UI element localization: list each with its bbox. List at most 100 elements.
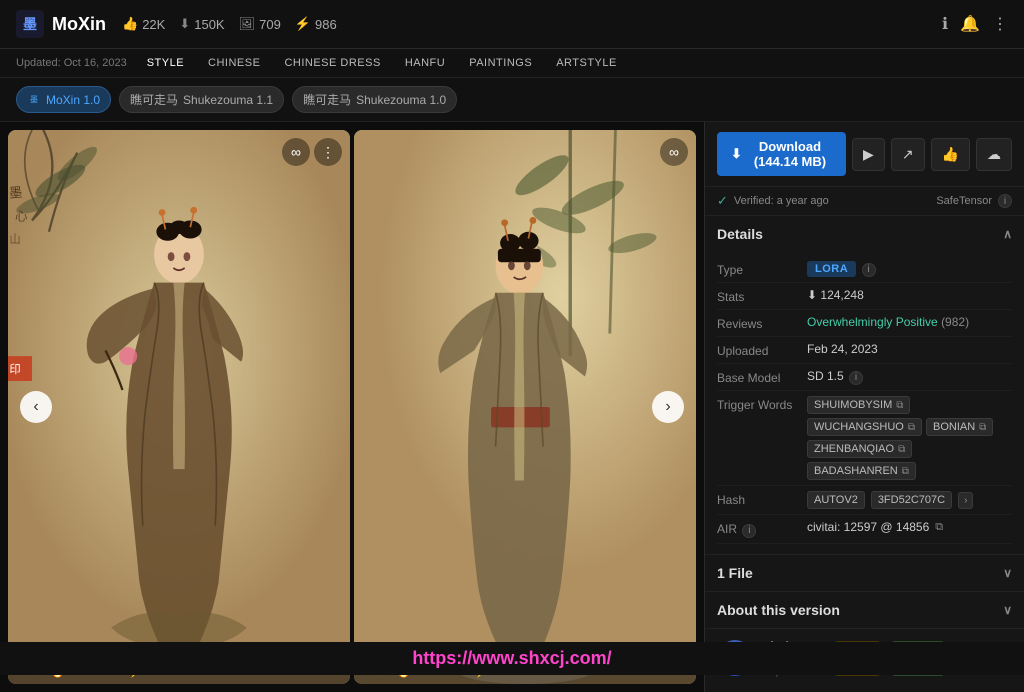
- safe-tensor-label: SafeTensor: [936, 195, 992, 207]
- verified-icon: ✓: [717, 193, 728, 209]
- more-options-btn[interactable]: ⋮: [992, 14, 1008, 34]
- updated-date: Updated: Oct 16, 2023: [16, 57, 127, 69]
- like-icon: 👍: [122, 16, 138, 32]
- right-panel: ⬇ Download (144.14 MB) ▶ ↗ 👍 ☁ ✓ Verifie…: [704, 122, 1024, 692]
- tags-row: Updated: Oct 16, 2023 STYLE CHINESE CHIN…: [0, 49, 1024, 78]
- main-layout: 墨 心 山 印 ⋮ ∞ ‹ +☺ 🔥 16 ❤ 12 ⚡ 0 ℹ: [0, 122, 1024, 692]
- hash-autov2: AUTOV2: [807, 491, 865, 509]
- brand: 墨 MoXin: [16, 10, 106, 38]
- download-btn-label: Download (144.14 MB): [748, 139, 832, 169]
- safe-tensor-info-icon[interactable]: i: [998, 194, 1012, 208]
- stat-likes-value: 22K: [142, 17, 165, 32]
- base-model-value: SD 1.5 i: [807, 369, 1012, 385]
- copy-icon-3[interactable]: ⧉: [979, 422, 986, 433]
- svg-text:墨: 墨: [8, 185, 23, 201]
- type-value: LORA i: [807, 261, 1012, 277]
- tag-paintings[interactable]: PAINTINGS: [461, 55, 540, 71]
- details-section-header[interactable]: Details ∧: [705, 216, 1024, 252]
- detail-row-uploaded: Uploaded Feb 24, 2023: [717, 337, 1012, 364]
- tag-chinese[interactable]: CHINESE: [200, 55, 268, 71]
- tag-style[interactable]: STYLE: [139, 55, 192, 71]
- stat-images-value: 709: [259, 17, 281, 32]
- next-btn[interactable]: ›: [652, 391, 684, 423]
- uploaded-value: Feb 24, 2023: [807, 342, 1012, 356]
- detail-row-hash: Hash AUTOV2 3FD52C707C ›: [717, 486, 1012, 515]
- tag-artstyle[interactable]: ARTSTYLE: [548, 55, 625, 71]
- download-btn-icon: ⬇: [731, 146, 742, 162]
- image-1-more-btn[interactable]: ⋮: [314, 138, 342, 166]
- lora-badge: LORA: [807, 261, 856, 277]
- reviews-positive[interactable]: Overwhelmingly Positive: [807, 315, 938, 329]
- pill-shuke11[interactable]: 瞧可走马 Shukezouma 1.1: [119, 86, 284, 113]
- stat-bolt: ⚡ 986: [295, 16, 337, 32]
- header-right: ℹ 🔔 ⋮: [942, 14, 1008, 34]
- play-button[interactable]: ▶: [852, 138, 885, 171]
- brand-icon: 墨: [16, 10, 44, 38]
- detail-row-air: AIR i civitai: 12597 @ 14856 ⧉: [717, 515, 1012, 544]
- pill-shuke10[interactable]: 瞧可走马 Shukezouma 1.0: [292, 86, 457, 113]
- air-info-icon[interactable]: i: [742, 524, 756, 538]
- trigger-shuimobysim: SHUIMOBYSIM ⧉: [807, 396, 910, 414]
- watermark-text: https://www.shxcj.com/: [412, 648, 611, 668]
- tag-hanfu[interactable]: HANFU: [397, 55, 453, 71]
- trigger-zhenbanqiao: ZHENBANQIAO ⧉: [807, 440, 912, 458]
- tag-chinese-dress[interactable]: CHINESE DRESS: [276, 55, 388, 71]
- pill-shuke10-prefix: 瞧可走马: [303, 91, 351, 108]
- pill-moxin10-label: MoXin 1.0: [46, 93, 100, 107]
- info-btn[interactable]: ℹ: [942, 14, 948, 34]
- image-card-1: 墨 心 山 印 ⋮ ∞ ‹ +☺ 🔥 16 ❤ 12 ⚡ 0 ℹ: [8, 130, 350, 684]
- stats-label: Stats: [717, 288, 807, 304]
- detail-row-stats: Stats ⬇ 124,248: [717, 283, 1012, 310]
- share-button[interactable]: ↗: [891, 138, 925, 171]
- uploaded-label: Uploaded: [717, 342, 807, 358]
- hash-value: AUTOV2 3FD52C707C ›: [807, 491, 1012, 509]
- hash-wrap: AUTOV2 3FD52C707C ›: [807, 491, 1012, 509]
- hash-label: Hash: [717, 491, 807, 507]
- download-bar: ⬇ Download (144.14 MB) ▶ ↗ 👍 ☁: [705, 122, 1024, 187]
- copy-icon-1[interactable]: ⧉: [896, 400, 903, 411]
- detail-row-base-model: Base Model SD 1.5 i: [717, 364, 1012, 391]
- one-file-label: 1 File: [717, 565, 753, 581]
- detail-row-reviews: Reviews Overwhelmingly Positive (982): [717, 310, 1012, 337]
- pill-brand-icon-1: 墨: [27, 93, 41, 107]
- image-2-infinity-icon[interactable]: ∞: [660, 138, 688, 166]
- svg-text:印: 印: [9, 363, 20, 376]
- like-button[interactable]: 👍: [931, 138, 970, 171]
- about-section: About this version ∨: [705, 592, 1024, 629]
- air-label: AIR i: [717, 520, 807, 538]
- details-table: Type LORA i Stats ⬇ 124,248 Reviews: [705, 252, 1024, 554]
- brand-name: MoXin: [52, 14, 106, 35]
- air-value: civitai: 12597 @ 14856 ⧉: [807, 520, 1012, 534]
- details-section: Details ∧ Type LORA i Stats ⬇ 124,248: [705, 216, 1024, 555]
- trigger-badashanren: BADASHANREN ⧉: [807, 462, 916, 480]
- pill-moxin10[interactable]: 墨 MoXin 1.0: [16, 86, 111, 113]
- base-model-info-icon[interactable]: i: [849, 371, 863, 385]
- about-chevron: ∨: [1003, 603, 1012, 617]
- trigger-words-label: Trigger Words: [717, 396, 807, 412]
- stat-bolt-value: 986: [315, 17, 337, 32]
- reviews-value: Overwhelmingly Positive (982): [807, 315, 1012, 329]
- stat-likes: 👍 22K: [122, 16, 165, 32]
- copy-icon-4[interactable]: ⧉: [898, 444, 905, 455]
- stat-downloads-value: 150K: [194, 17, 224, 32]
- image-1-infinity-icon[interactable]: ∞: [282, 138, 310, 166]
- about-section-header[interactable]: About this version ∨: [705, 592, 1024, 628]
- user-stats: 📄 1 👤 2.2K 👍 22K ⬇ 150K: [705, 688, 1024, 692]
- one-file-section[interactable]: 1 File ∨: [705, 555, 1024, 592]
- copy-icon-2[interactable]: ⧉: [908, 422, 915, 433]
- bookmark-button[interactable]: ☁: [976, 138, 1012, 171]
- type-info-icon[interactable]: i: [862, 263, 876, 277]
- bolt-icon: ⚡: [295, 16, 311, 32]
- hash-expand[interactable]: ›: [958, 492, 973, 509]
- reviews-count: (982): [941, 315, 969, 329]
- download-button[interactable]: ⬇ Download (144.14 MB): [717, 132, 846, 176]
- air-text: civitai: 12597 @ 14856: [807, 520, 929, 534]
- copy-icon-5[interactable]: ⧉: [902, 466, 909, 477]
- reviews-label: Reviews: [717, 315, 807, 331]
- air-copy-icon[interactable]: ⧉: [935, 521, 943, 534]
- about-title: About this version: [717, 602, 840, 618]
- download-icon: ⬇: [179, 16, 190, 32]
- prev-btn[interactable]: ‹: [20, 391, 52, 423]
- notification-btn[interactable]: 🔔: [960, 14, 980, 34]
- details-chevron: ∧: [1003, 227, 1012, 241]
